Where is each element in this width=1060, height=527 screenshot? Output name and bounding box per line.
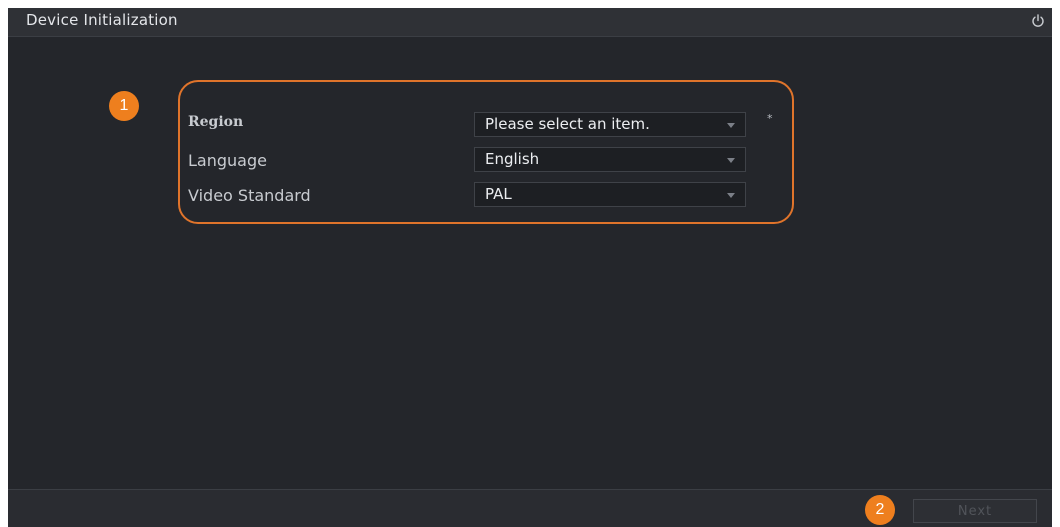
region-select-value: Please select an item. [485,115,650,133]
region-select[interactable]: Please select an item. [474,112,746,137]
chevron-down-icon [727,158,735,163]
title-bar: Device Initialization [8,8,1052,37]
language-select-value: English [485,150,540,168]
language-select[interactable]: English [474,147,746,172]
language-label: Language [188,151,267,170]
chevron-down-icon [727,193,735,198]
power-icon[interactable] [1030,13,1046,29]
video-standard-select[interactable]: PAL [474,182,746,207]
chevron-down-icon [727,123,735,128]
footer-bar [8,489,1052,527]
region-label: Region [188,114,244,130]
device-initialization-window: Device Initialization 1 Region Please se… [8,8,1052,527]
next-button[interactable]: Next [913,499,1037,523]
required-marker: * [767,112,773,125]
callout-badge-1: 1 [109,91,139,121]
callout-badge-2: 2 [865,495,895,525]
video-standard-label: Video Standard [188,186,311,205]
window-title: Device Initialization [26,11,178,29]
video-standard-select-value: PAL [485,185,512,203]
